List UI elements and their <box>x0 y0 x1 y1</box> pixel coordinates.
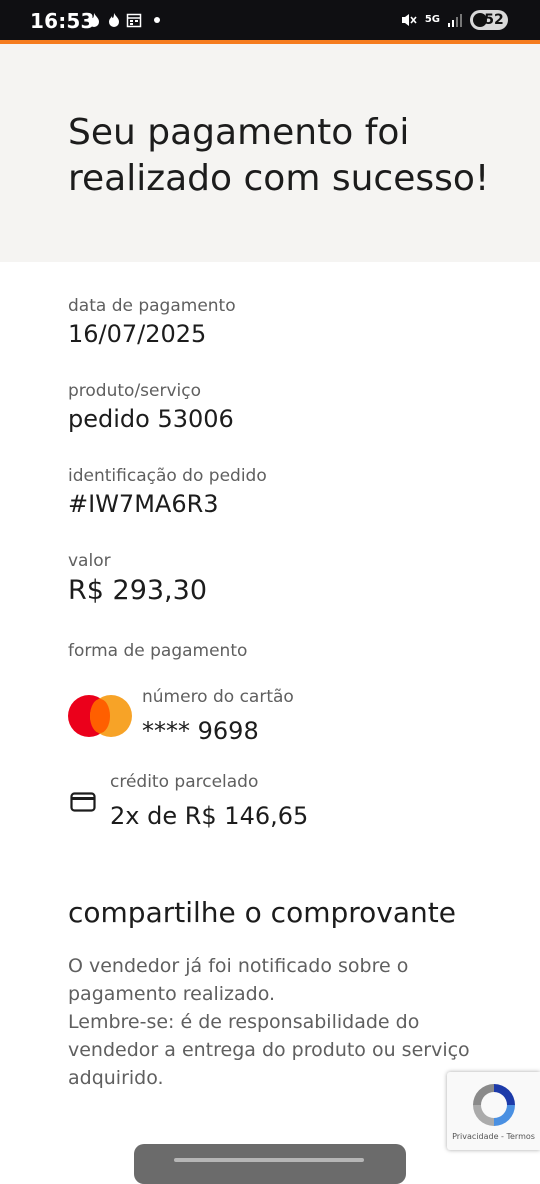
order-id-label: identificação do pedido <box>68 466 267 486</box>
share-title: compartilhe o comprovante <box>68 896 456 929</box>
order-id-field: identificação do pedido #IW7MA6R3 <box>68 466 267 518</box>
recaptcha-links[interactable]: Privacidade - Termos <box>447 1132 540 1141</box>
payment-method-field: forma de pagamento <box>68 641 247 661</box>
flame-icon <box>109 13 119 27</box>
card-info: número do cartão **** 9698 <box>142 687 294 745</box>
dot-icon <box>154 17 160 23</box>
credit-card-icon <box>70 792 96 812</box>
success-header: Seu pagamento foi realizado com sucesso! <box>0 44 540 262</box>
product-label: produto/serviço <box>68 381 202 401</box>
battery-level: 52 <box>484 12 504 28</box>
share-reminder-text: Lembre-se: é de responsabilidade do vend… <box>68 1011 470 1089</box>
product-field: produto/serviço pedido 53006 <box>68 381 234 433</box>
installment-label: crédito parcelado <box>110 772 259 792</box>
amount-value: R$ 293,30 <box>68 575 207 606</box>
payment-method-label: forma de pagamento <box>68 641 248 661</box>
mastercard-overlap <box>90 699 110 733</box>
share-notice-text: O vendedor já foi notificado sobre o pag… <box>68 955 409 1005</box>
installment-info: crédito parcelado 2x de R$ 146,65 <box>110 772 308 830</box>
installment-value: 2x de R$ 146,65 <box>110 802 309 830</box>
card-number-label: número do cartão <box>142 687 294 707</box>
5g-icon: 5G <box>424 14 440 25</box>
mute-icon <box>401 14 417 26</box>
amount-label: valor <box>68 551 111 571</box>
recaptcha-icon <box>473 1084 515 1126</box>
amount-field: valor R$ 293,30 <box>68 551 207 606</box>
payment-date-value: 16/07/2025 <box>68 320 207 348</box>
payment-date-field: data de pagamento 16/07/2025 <box>68 296 236 348</box>
mastercard-logo <box>68 695 132 739</box>
recaptcha-badge[interactable]: Privacidade - Termos <box>447 1072 540 1150</box>
share-description: O vendedor já foi notificado sobre o pag… <box>68 952 488 1092</box>
signal-icon <box>448 14 462 27</box>
page-title: Seu pagamento foi realizado com sucesso! <box>68 112 490 199</box>
card-number-value: **** 9698 <box>142 717 259 745</box>
card-row: número do cartão **** 9698 <box>68 687 294 745</box>
drag-handle[interactable] <box>174 1158 364 1162</box>
notification-icons <box>86 12 160 28</box>
status-bar: 16:53 5G 52 <box>0 0 540 40</box>
system-icons: 5G 52 <box>400 10 508 30</box>
product-value: pedido 53006 <box>68 405 234 433</box>
order-id-value: #IW7MA6R3 <box>68 490 219 518</box>
bottom-sheet-handle-bar[interactable] <box>134 1144 406 1184</box>
flame-icon <box>89 13 99 27</box>
battery-icon: 52 <box>470 10 508 30</box>
status-time: 16:53 <box>30 9 95 33</box>
calendar-icon <box>126 13 142 28</box>
installment-row: crédito parcelado 2x de R$ 146,65 <box>68 772 308 830</box>
payment-date-label: data de pagamento <box>68 296 236 316</box>
